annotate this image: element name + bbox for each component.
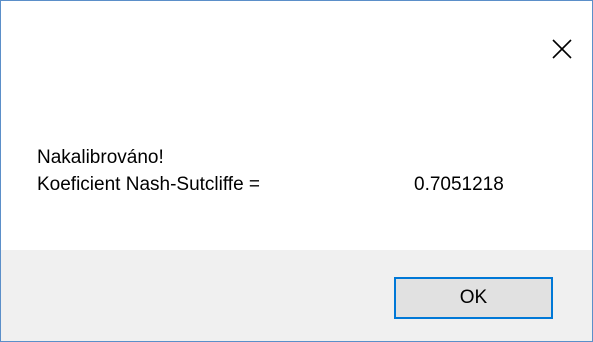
status-message: Nakalibrováno! [37,147,164,168]
message-text: Nakalibrováno! Koeficient Nash-Sutcliffe… [37,144,504,198]
coefficient-value: 0.7051218 [414,174,504,195]
button-bar: OK [1,250,592,341]
coefficient-row: Koeficient Nash-Sutcliffe = 0.7051218 [37,171,504,198]
message-dialog: Nakalibrováno! Koeficient Nash-Sutcliffe… [0,0,593,342]
close-icon [552,39,572,59]
close-button[interactable] [542,29,582,69]
coefficient-label: Koeficient Nash-Sutcliffe = [37,174,261,195]
ok-button[interactable]: OK [394,277,553,319]
